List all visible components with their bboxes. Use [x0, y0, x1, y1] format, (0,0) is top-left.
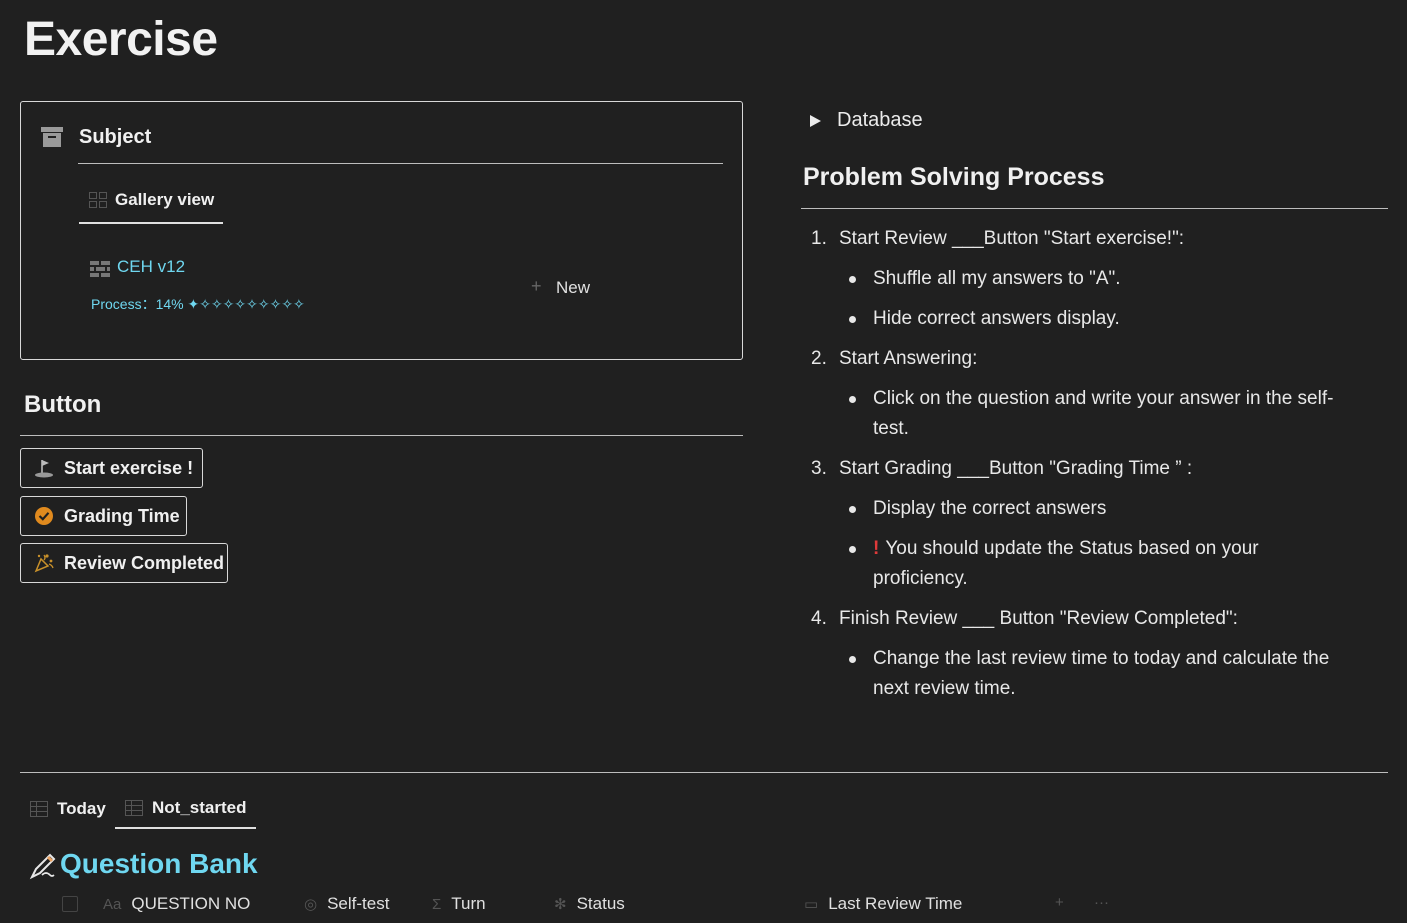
column-label: Last Review Time	[828, 894, 963, 913]
grading-time-button[interactable]: Grading Time	[20, 496, 187, 536]
table-icon	[30, 801, 48, 817]
tab-not-started-label: Not_started	[152, 798, 247, 817]
calendar-icon: ▭	[804, 896, 819, 913]
bullet-dot	[849, 656, 856, 663]
status-property-icon: ✻	[554, 896, 567, 913]
warning-text: You should update the Status based on yo…	[873, 538, 1259, 589]
triangle-right-icon	[810, 114, 821, 127]
question-bank-title[interactable]: Question Bank	[60, 848, 258, 880]
step-number: 1.	[811, 228, 827, 249]
process-bullet: Hide correct answers display.	[873, 308, 1120, 329]
review-completed-label: Review Completed	[64, 552, 225, 573]
process-bullet: Shuffle all my answers to "A".	[873, 268, 1121, 289]
add-column-button[interactable]: +	[1055, 894, 1074, 911]
gallery-card-title[interactable]: CEH v12	[117, 257, 185, 277]
button-heading: Button	[24, 391, 102, 418]
step-text: Start Review ___Button "Start exercise!"…	[839, 228, 1185, 249]
step-number: 4.	[811, 608, 827, 629]
process-bullet-warning: ! You should update the Status based on y…	[873, 534, 1303, 594]
process-divider	[801, 208, 1388, 209]
step-text: Finish Review ___ Button "Review Complet…	[839, 608, 1238, 629]
text-property-icon: Aa	[103, 895, 122, 913]
step-text: Start Grading ___Button "Grading Time ” …	[839, 458, 1193, 479]
new-card-button[interactable]: New	[556, 278, 590, 298]
column-label: Turn	[451, 894, 486, 913]
subject-title[interactable]: Subject	[79, 126, 151, 149]
process-step: 3. Start Grading ___Button "Grading Time …	[811, 454, 1192, 484]
column-label: Self-test	[327, 894, 390, 913]
check-circle-icon	[33, 505, 55, 527]
step-number: 2.	[811, 348, 827, 369]
confetti-icon	[33, 552, 55, 574]
bullet-dot	[849, 276, 856, 283]
more-options-button[interactable]: ···	[1094, 894, 1119, 911]
column-header-question-no[interactable]: Aa QUESTION NO	[103, 894, 250, 914]
tab-not-started[interactable]: Not_started	[115, 789, 256, 829]
select-all-checkbox[interactable]	[62, 896, 78, 912]
process-bullet: Change the last review time to today and…	[873, 648, 1330, 699]
step-text: Start Answering:	[839, 348, 978, 369]
brick-wall-icon	[90, 261, 110, 277]
archive-icon	[41, 127, 63, 147]
button-divider	[20, 435, 743, 436]
column-header-status[interactable]: ✻ Status	[554, 894, 625, 914]
bullet-dot	[849, 396, 856, 403]
table-icon	[125, 800, 143, 816]
column-header-turn[interactable]: Σ Turn	[432, 894, 486, 914]
bullet-dot	[849, 506, 856, 513]
section-divider	[20, 772, 1388, 773]
gallery-icon	[89, 192, 107, 208]
process-step: 2. Start Answering:	[811, 344, 977, 374]
bullet-dot	[849, 316, 856, 323]
grading-time-label: Grading Time	[64, 505, 180, 526]
column-header-last-review-time[interactable]: ▭ Last Review Time	[804, 894, 962, 914]
tab-today-label: Today	[57, 799, 106, 818]
sigma-icon: Σ	[432, 895, 442, 913]
column-header-self-test[interactable]: ◎ Self-test	[304, 894, 389, 914]
bullet-dot	[849, 546, 856, 553]
page-title: Exercise	[24, 13, 218, 66]
process-bullet: Click on the question and write your ans…	[873, 388, 1334, 439]
database-label: Database	[837, 109, 923, 131]
gallery-view-label: Gallery view	[115, 190, 215, 209]
process-step: 1. Start Review ___Button "Start exercise…	[811, 224, 1184, 254]
plus-icon: +	[531, 276, 542, 296]
plus-icon: +	[1055, 894, 1064, 911]
tab-today[interactable]: Today	[30, 789, 106, 829]
start-exercise-button[interactable]: Start exercise !	[20, 448, 203, 488]
review-completed-button[interactable]: Review Completed	[20, 543, 228, 583]
process-step: 4. Finish Review ___ Button "Review Compl…	[811, 604, 1238, 634]
start-exercise-label: Start exercise !	[64, 457, 194, 478]
column-label: QUESTION NO	[131, 894, 251, 913]
column-label: Status	[576, 894, 625, 913]
process-heading: Problem Solving Process	[803, 163, 1105, 191]
database-toggle[interactable]: Database	[810, 109, 923, 132]
gallery-card-process: Process：14% ✦✧✧✧✧✧✧✧✧✧	[91, 296, 305, 312]
subject-database-block: Subject Gallery view CEH v12 Process：14%…	[20, 101, 743, 360]
ellipsis-icon: ···	[1094, 894, 1109, 911]
pen-writing-icon	[29, 853, 56, 880]
formula-property-icon: ◎	[304, 896, 318, 913]
process-bullet: Display the correct answers	[873, 498, 1107, 519]
tab-gallery-view[interactable]: Gallery view	[79, 182, 223, 224]
step-number: 3.	[811, 458, 827, 479]
exclamation-icon: !	[873, 538, 880, 559]
subject-divider	[78, 163, 723, 164]
golf-flag-icon	[33, 457, 55, 479]
